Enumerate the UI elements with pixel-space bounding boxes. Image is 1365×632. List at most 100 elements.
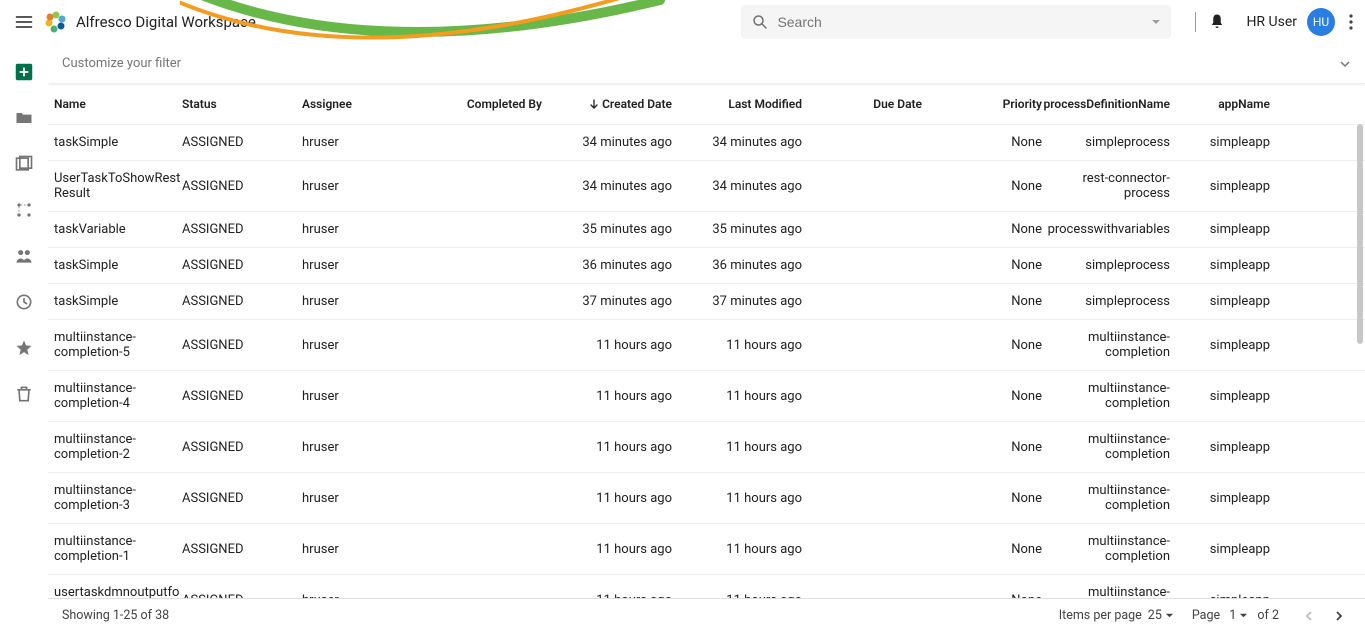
cell-assignee: hruser	[302, 432, 422, 462]
table-row[interactable]: taskSimpleASSIGNEDhruser34 minutes ago34…	[48, 124, 1365, 160]
column-label: Name	[54, 97, 86, 111]
avatar[interactable]: HU	[1307, 8, 1335, 36]
more-menu-icon[interactable]	[1349, 14, 1353, 30]
rail-shared-icon[interactable]	[12, 244, 36, 268]
cell-name: multiinstance-completion-1	[54, 534, 182, 564]
cell-name: multiinstance-completion-3	[54, 483, 182, 513]
cell-completedBy	[422, 258, 542, 273]
rail-trash-icon[interactable]	[12, 382, 36, 406]
cell-completedBy	[422, 483, 542, 513]
cell-assignee: hruser	[302, 330, 422, 360]
pagination-bar: Showing 1-25 of 38 Items per page 25 Pag…	[48, 598, 1365, 632]
notifications-icon[interactable]	[1208, 13, 1226, 31]
column-header[interactable]: Priority	[922, 97, 1042, 111]
cell-completedBy	[422, 294, 542, 309]
cell-priority: None	[922, 585, 1042, 598]
cell-app: simpleapp	[1170, 294, 1270, 309]
cell-app: simpleapp	[1170, 381, 1270, 411]
cell-pdn: multiinstance-completion	[1042, 330, 1170, 360]
cell-priority: None	[922, 258, 1042, 273]
expand-filter-icon[interactable]	[1339, 58, 1351, 70]
cell-assignee: hruser	[302, 381, 422, 411]
search-input[interactable]	[777, 14, 1151, 30]
cell-due	[802, 483, 922, 513]
table-row[interactable]: UserTaskToShowRestResultASSIGNEDhruser34…	[48, 160, 1365, 211]
table-row[interactable]: multiinstance-completion-4ASSIGNEDhruser…	[48, 370, 1365, 421]
search-box[interactable]	[741, 5, 1171, 39]
column-header[interactable]: Created Date	[542, 97, 672, 111]
scrollbar[interactable]	[1357, 124, 1363, 598]
cell-created: 11 hours ago	[542, 432, 672, 462]
cell-app: simpleapp	[1170, 258, 1270, 273]
column-label: Completed By	[467, 97, 542, 111]
rail-libraries-icon[interactable]	[12, 152, 36, 176]
table-row[interactable]: taskVariableASSIGNEDhruser35 minutes ago…	[48, 211, 1365, 247]
cell-name: taskSimple	[54, 294, 182, 309]
filter-bar[interactable]: Customize your filter	[48, 44, 1365, 84]
table-row[interactable]: multiinstance-completion-3ASSIGNEDhruser…	[48, 472, 1365, 523]
table-row[interactable]: multiinstance-completion-5ASSIGNEDhruser…	[48, 319, 1365, 370]
rail-favorites-icon[interactable]	[12, 336, 36, 360]
column-header[interactable]: appName	[1170, 97, 1270, 111]
cell-modified: 37 minutes ago	[672, 294, 802, 309]
next-page-button[interactable]	[1327, 604, 1351, 628]
cell-created: 11 hours ago	[542, 534, 672, 564]
column-label: Created Date	[602, 97, 672, 111]
cell-modified: 11 hours ago	[672, 483, 802, 513]
cell-name: taskSimple	[54, 135, 182, 150]
rail-process-icon[interactable]	[12, 198, 36, 222]
cell-priority: None	[922, 294, 1042, 309]
items-per-page-select[interactable]: 25	[1148, 608, 1174, 623]
cell-due	[802, 294, 922, 309]
rail-recent-icon[interactable]	[12, 290, 36, 314]
table-row[interactable]: usertaskdmnoutputformASSIGNEDhruser11 ho…	[48, 574, 1365, 598]
table-row[interactable]: taskSimpleASSIGNEDhruser36 minutes ago36…	[48, 247, 1365, 283]
cell-name: multiinstance-completion-5	[54, 330, 182, 360]
table-row[interactable]: taskSimpleASSIGNEDhruser37 minutes ago37…	[48, 283, 1365, 319]
cell-priority: None	[922, 171, 1042, 201]
cell-modified: 11 hours ago	[672, 534, 802, 564]
cell-status: ASSIGNED	[182, 135, 302, 150]
table-row[interactable]: multiinstance-completion-2ASSIGNEDhruser…	[48, 421, 1365, 472]
cell-created: 34 minutes ago	[542, 171, 672, 201]
column-label: processDefinitionName	[1044, 97, 1170, 111]
cell-app: simpleapp	[1170, 585, 1270, 598]
column-header[interactable]: Due Date	[802, 97, 922, 111]
cell-pdn: processwithvariables	[1042, 222, 1170, 237]
cell-priority: None	[922, 381, 1042, 411]
rail-folder-icon[interactable]	[12, 106, 36, 130]
column-header[interactable]: Completed By	[422, 97, 542, 111]
cell-name: usertaskdmnoutputform	[54, 585, 182, 598]
table-row[interactable]: multiinstance-completion-1ASSIGNEDhruser…	[48, 523, 1365, 574]
page-select[interactable]: Page 1	[1192, 608, 1248, 623]
rail-new-icon[interactable]	[12, 60, 36, 84]
prev-page-button[interactable]	[1297, 604, 1321, 628]
cell-status: ASSIGNED	[182, 585, 302, 598]
column-header[interactable]: processDefinitionName	[1042, 97, 1170, 111]
cell-pdn: multiinstance-completion	[1042, 483, 1170, 513]
cell-pdn: multiinstance-completion	[1042, 432, 1170, 462]
cell-name: UserTaskToShowRestResult	[54, 171, 182, 201]
cell-status: ASSIGNED	[182, 381, 302, 411]
cell-app: simpleapp	[1170, 483, 1270, 513]
cell-status: ASSIGNED	[182, 330, 302, 360]
cell-status: ASSIGNED	[182, 171, 302, 201]
sort-desc-icon	[589, 99, 599, 109]
cell-pdn: multiinstance-dmnsequence	[1042, 585, 1170, 598]
column-header[interactable]: Status	[182, 97, 302, 111]
cell-app: simpleapp	[1170, 222, 1270, 237]
cell-modified: 35 minutes ago	[672, 222, 802, 237]
column-header[interactable]: Last Modified	[672, 97, 802, 111]
column-header[interactable]: Name	[54, 97, 182, 111]
search-type-dropdown-icon[interactable]	[1151, 17, 1161, 27]
showing-label: Showing 1-25 of 38	[62, 608, 169, 623]
cell-completedBy	[422, 222, 542, 237]
column-header[interactable]: Assignee	[302, 97, 422, 111]
column-label: appName	[1218, 97, 1270, 111]
cell-created: 11 hours ago	[542, 585, 672, 598]
menu-icon[interactable]	[12, 10, 36, 34]
cell-status: ASSIGNED	[182, 294, 302, 309]
cell-assignee: hruser	[302, 135, 422, 150]
cell-assignee: hruser	[302, 534, 422, 564]
cell-completedBy	[422, 585, 542, 598]
